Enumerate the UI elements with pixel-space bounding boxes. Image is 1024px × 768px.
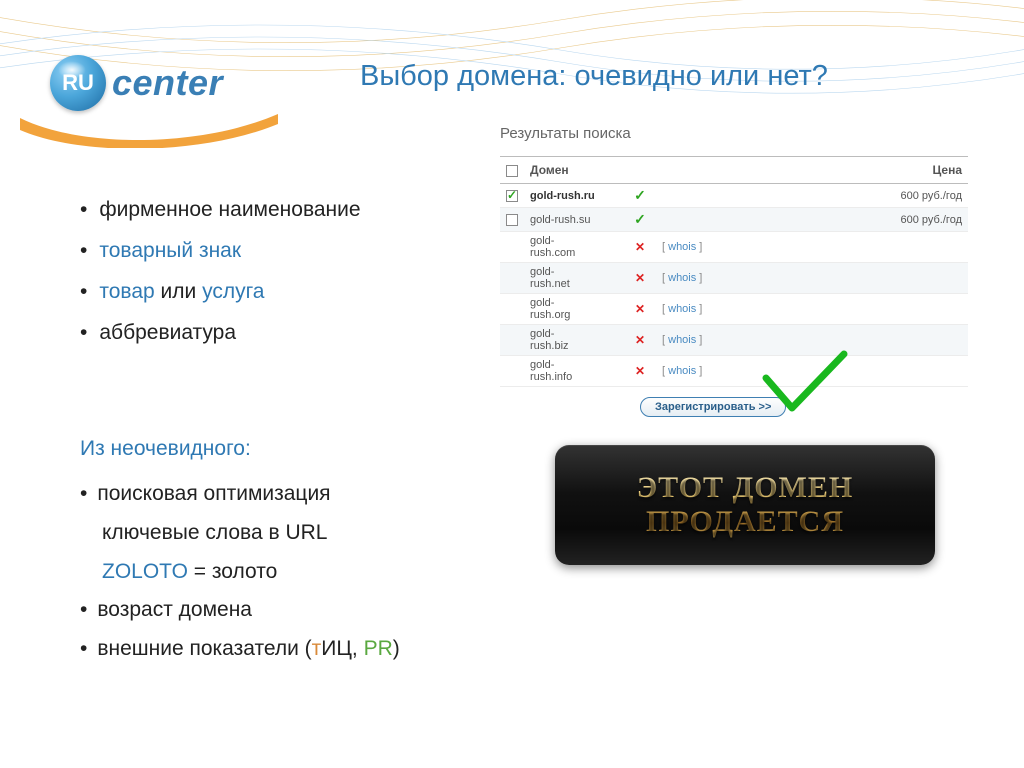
price-cell (786, 325, 968, 356)
price-cell: 600 руб./год (786, 208, 968, 232)
col-header-domain: Домен (524, 157, 624, 184)
search-results-panel: Результаты поиска Домен Цена gold-rush.r… (500, 125, 968, 417)
criteria-item: товар или услуга (80, 272, 410, 313)
table-row: gold-rush.org✕[ whois ] (500, 294, 968, 325)
domain-name: gold-rush.org (524, 294, 624, 325)
domain-for-sale-banner: ЭТОТ ДОМЕН ПРОДАЕТСЯ (555, 445, 935, 565)
logo-swoosh (20, 108, 280, 148)
nonobvious-item: ключевые слова в URL (80, 514, 460, 553)
nonobvious-item: ZOLOTO = золото (80, 553, 460, 592)
available-icon: ✓ (624, 208, 656, 232)
nonobvious-heading: Из неочевидного: (80, 430, 460, 469)
table-row: gold-rush.su✓ 600 руб./год (500, 208, 968, 232)
price-cell (786, 263, 968, 294)
unavailable-icon: ✕ (624, 356, 656, 387)
register-button[interactable]: Зарегистрировать >> (640, 397, 786, 417)
domain-name: gold-rush.net (524, 263, 624, 294)
criteria-list: фирменное наименованиетоварный знактовар… (80, 190, 410, 354)
col-header-price: Цена (786, 157, 968, 184)
nonobvious-block: Из неочевидного: поисковая оптимизациякл… (80, 430, 460, 669)
domain-name: gold-rush.info (524, 356, 624, 387)
criteria-item: фирменное наименование (80, 190, 410, 231)
criteria-item: аббревиатура (80, 313, 410, 354)
domain-name: gold-rush.com (524, 232, 624, 263)
price-cell (786, 294, 968, 325)
unavailable-icon: ✕ (624, 263, 656, 294)
slide-title: Выбор домена: очевидно или нет? (360, 60, 828, 93)
unavailable-icon: ✕ (624, 232, 656, 263)
table-row: gold-rush.ru✓ 600 руб./год (500, 184, 968, 208)
domain-name: gold-rush.su (524, 208, 624, 232)
table-row: gold-rush.net✕[ whois ] (500, 263, 968, 294)
unavailable-icon: ✕ (624, 325, 656, 356)
select-all-checkbox[interactable] (506, 165, 518, 177)
criteria-item: товарный знак (80, 231, 410, 272)
whois-link[interactable]: whois (668, 241, 696, 253)
whois-link[interactable]: whois (668, 365, 696, 377)
unavailable-icon: ✕ (624, 294, 656, 325)
row-checkbox[interactable] (506, 190, 518, 202)
price-cell (786, 356, 968, 387)
search-results-title: Результаты поиска (500, 125, 968, 142)
nonobvious-item: поисковая оптимизация (80, 475, 460, 514)
table-row: gold-rush.com✕[ whois ] (500, 232, 968, 263)
row-checkbox[interactable] (506, 214, 518, 226)
price-cell (786, 232, 968, 263)
available-icon: ✓ (624, 184, 656, 208)
domain-results-table: Домен Цена gold-rush.ru✓600 руб./годgold… (500, 156, 968, 387)
price-cell: 600 руб./год (786, 184, 968, 208)
logo-badge: RU (50, 55, 106, 111)
banner-text: ЭТОТ ДОМЕН ПРОДАЕТСЯ (637, 471, 853, 540)
nonobvious-item: возраст домена (80, 591, 460, 630)
domain-name: gold-rush.ru (524, 184, 624, 208)
logo-text: center (112, 62, 223, 104)
whois-link[interactable]: whois (668, 272, 696, 284)
whois-link[interactable]: whois (668, 334, 696, 346)
table-row: gold-rush.info✕[ whois ] (500, 356, 968, 387)
domain-name: gold-rush.biz (524, 325, 624, 356)
nonobvious-item: внешние показатели (тИЦ, PR) (80, 630, 460, 669)
brand-logo: RU center (50, 55, 223, 111)
table-row: gold-rush.biz✕[ whois ] (500, 325, 968, 356)
whois-link[interactable]: whois (668, 303, 696, 315)
